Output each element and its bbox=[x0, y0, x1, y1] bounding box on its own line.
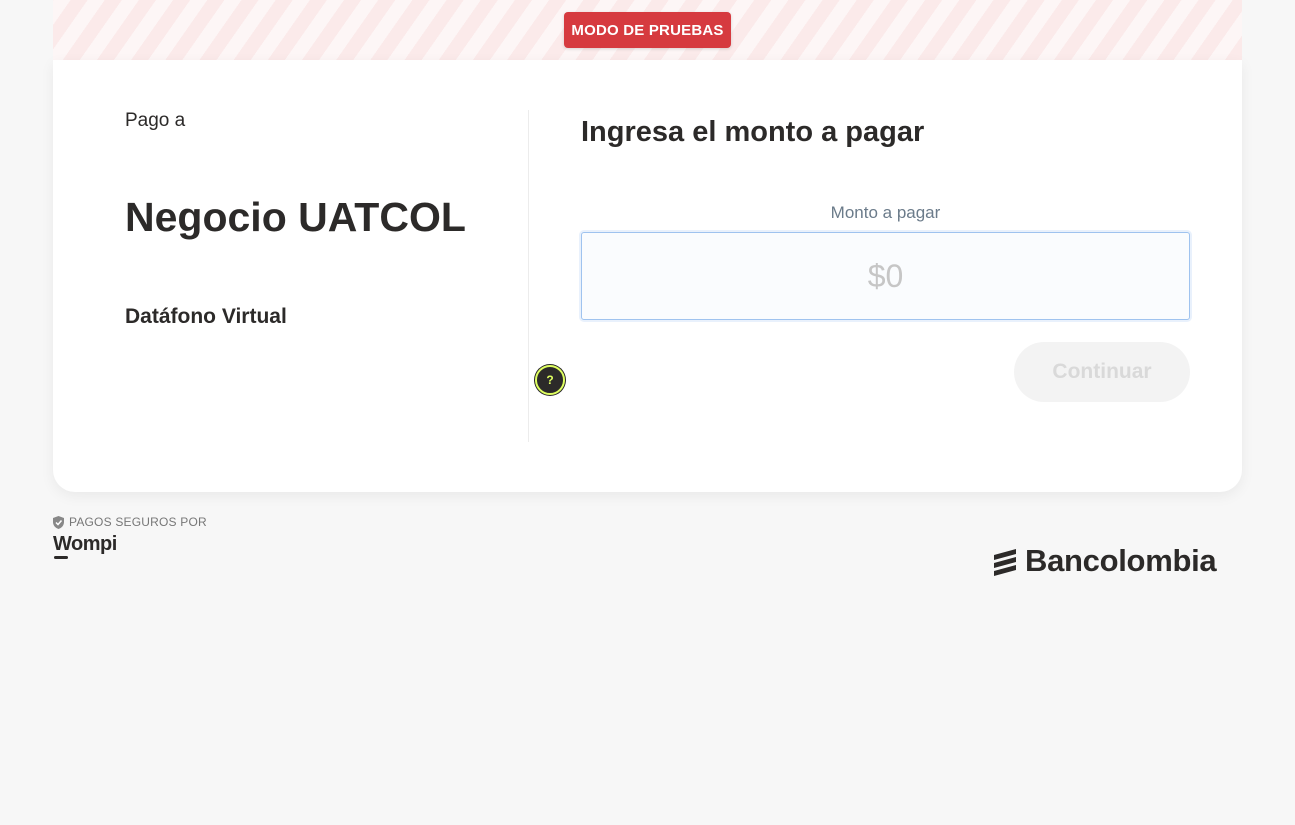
amount-label: Monto a pagar bbox=[830, 203, 941, 222]
panel-divider bbox=[528, 110, 529, 442]
shield-check-icon bbox=[53, 515, 64, 529]
bancolombia-name: Bancolombia bbox=[1025, 543, 1217, 578]
test-mode-badge: MODO DE PRUEBAS bbox=[564, 12, 731, 48]
continue-button[interactable]: Continuar bbox=[1014, 342, 1190, 402]
question-glyph: ? bbox=[546, 373, 554, 387]
secure-label: PAGOS SEGUROS POR bbox=[69, 515, 207, 529]
secure-payments-footer: PAGOS SEGUROS POR Wompi bbox=[53, 515, 207, 559]
secure-row: PAGOS SEGUROS POR bbox=[53, 515, 207, 529]
help-icon[interactable]: ? bbox=[535, 365, 565, 395]
merchant-name: Negocio UATCOL bbox=[125, 194, 466, 240]
bancolombia-bars-icon bbox=[994, 549, 1016, 576]
pay-to-label: Pago a bbox=[125, 110, 186, 131]
amount-title: Ingresa el monto a pagar bbox=[581, 116, 925, 148]
bancolombia-logo: Bancolombia bbox=[991, 543, 1217, 579]
product-name: Datáfono Virtual bbox=[125, 305, 287, 328]
amount-input[interactable] bbox=[581, 232, 1190, 320]
payment-card: Pago a Negocio UATCOL Datáfono Virtual ?… bbox=[53, 60, 1242, 492]
wompi-logo: Wompi bbox=[53, 533, 117, 559]
